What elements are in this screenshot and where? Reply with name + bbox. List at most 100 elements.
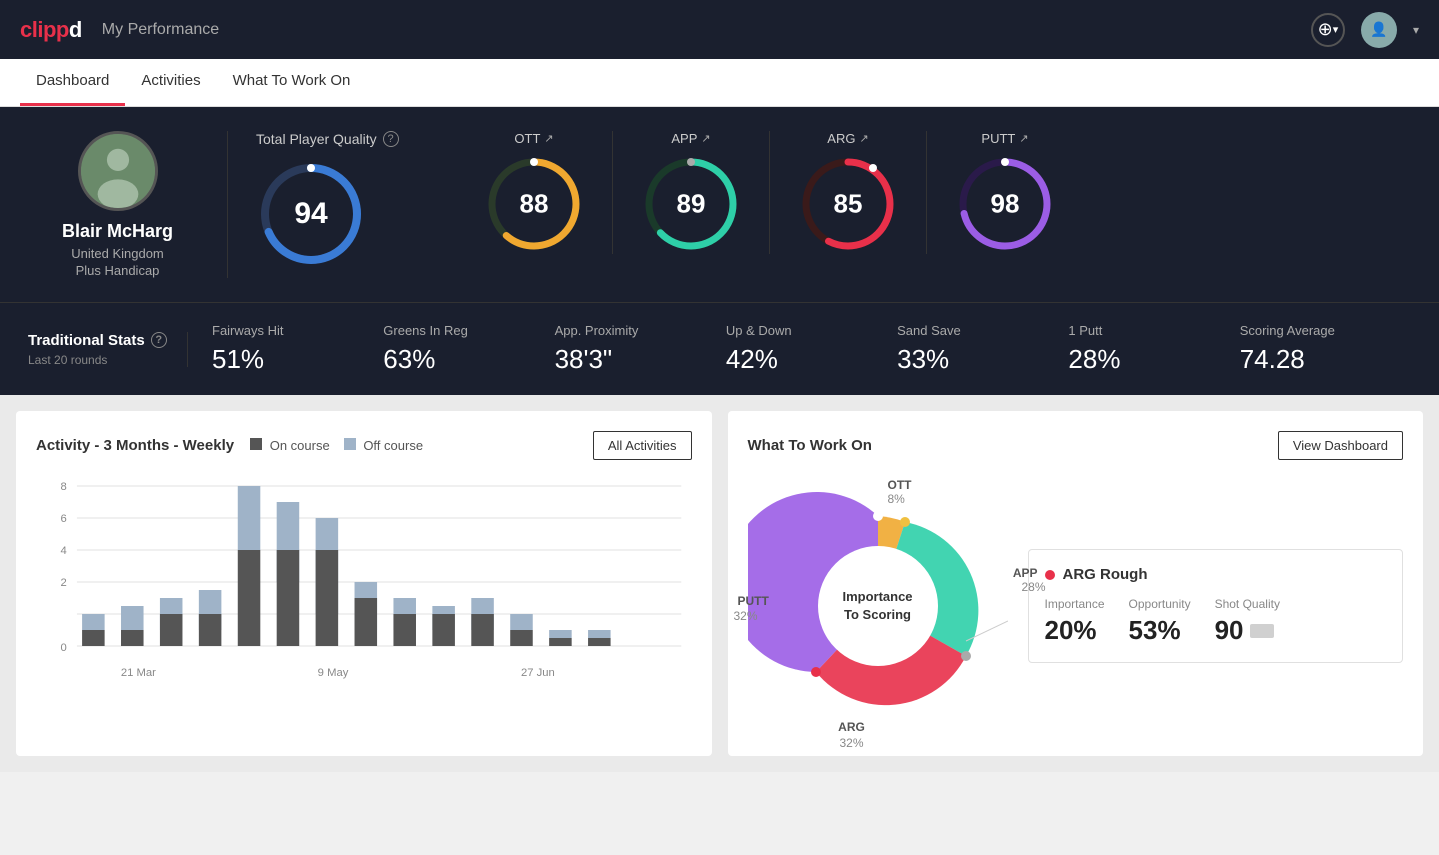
on-course-legend-dot [250,438,262,450]
player-avatar [78,131,158,211]
scores-area: Total Player Quality ? 94 [228,131,1411,269]
putt-donut-pct: 32% [734,609,758,623]
importance-metric: Importance 20% [1045,597,1105,646]
wtwo-content: ImportanceTo Scoring OTT 8% APP 28% ARG … [748,476,1404,736]
svg-text:0: 0 [60,642,66,654]
arg-value: 85 [834,189,863,220]
svg-text:2: 2 [60,577,66,589]
nav-tabs: Dashboard Activities What To Work On [0,59,1439,107]
chevron-down-icon-avatar: ▾ [1413,23,1419,37]
add-button[interactable]: ⊕ ▾ [1311,13,1345,47]
putt-trend-icon: ↗ [1019,132,1028,145]
ott-trend-icon: ↗ [544,132,553,145]
shot-quality-metric: Shot Quality 90 [1215,597,1280,646]
putt-label: PUTT ↗ [981,131,1028,146]
header: clippd My Performance ⊕ ▾ 👤 ▾ [0,0,1439,59]
header-right: ⊕ ▾ 👤 ▾ [1311,12,1419,48]
stats-values: Fairways Hit 51% Greens In Reg 63% App. … [188,323,1411,375]
stats-bar: Traditional Stats ? Last 20 rounds Fairw… [0,302,1439,395]
user-avatar-button[interactable]: 👤 [1361,12,1397,48]
stat-scoring: Scoring Average 74.28 [1240,323,1411,375]
wtwo-header: What To Work On View Dashboard [748,431,1404,460]
ott-circle: 88 [484,154,584,254]
ott-label: OTT ↗ [514,131,553,146]
header-title: My Performance [102,21,219,39]
activity-header: Activity - 3 Months - Weekly On course O… [36,431,692,460]
putt-circle: 98 [955,154,1055,254]
tpq-label: Total Player Quality ? [256,131,399,147]
stat-fairways: Fairways Hit 51% [212,323,383,375]
chevron-down-icon: ▾ [1333,23,1339,36]
app-circle: 89 [641,154,741,254]
stat-sandsave: Sand Save 33% [897,323,1068,375]
app-trend-icon: ↗ [701,132,710,145]
stats-sub-label: Last 20 rounds [28,353,167,367]
stat-greens: Greens In Reg 63% [383,323,554,375]
ott-donut-label: OTT [888,478,912,492]
arg-donut-label: ARG [838,720,865,734]
activity-title: Activity - 3 Months - Weekly On course O… [36,437,423,454]
app-label: APP ↗ [671,131,710,146]
stat-updown: Up & Down 42% [726,323,897,375]
arg-donut-pct: 32% [839,736,863,750]
stat-proximity: App. Proximity 38'3" [555,323,726,375]
detail-card: ARG Rough Importance 20% Opportunity 53%… [1028,549,1404,663]
bottom-panels: Activity - 3 Months - Weekly On course O… [0,395,1439,772]
logo: clippd [20,17,82,43]
detail-metrics: Importance 20% Opportunity 53% Shot Qual… [1045,597,1387,646]
app-donut-pct: 28% [1021,580,1045,594]
chart-legend: On course Off course [250,438,423,453]
score-item-arg: ARG ↗ 85 [770,131,927,254]
putt-donut-label: PUTT [738,594,769,608]
tpq-help-icon[interactable]: ? [383,131,399,147]
score-circles: OTT ↗ 88 APP [456,131,1411,254]
score-item-putt: PUTT ↗ 98 [927,131,1083,254]
view-dashboard-button[interactable]: View Dashboard [1278,431,1403,460]
svg-text:6: 6 [60,513,66,525]
svg-text:4: 4 [60,545,66,557]
wtwo-title: What To Work On [748,437,872,454]
tab-dashboard[interactable]: Dashboard [20,58,125,106]
player-name: Blair McHarg [62,221,173,242]
stats-label-section: Traditional Stats ? Last 20 rounds [28,332,188,367]
arg-label: ARG ↗ [827,131,868,146]
traditional-stats-label: Traditional Stats ? [28,332,167,349]
arg-trend-icon: ↗ [859,132,868,145]
shot-quality-bar [1250,624,1274,638]
tpq-section: Total Player Quality ? 94 [256,131,456,269]
svg-text:8: 8 [60,481,66,493]
tab-what-to-work-on[interactable]: What To Work On [217,58,367,106]
hero-top: Blair McHarg United Kingdom Plus Handica… [28,131,1411,278]
arg-circle: 85 [798,154,898,254]
all-activities-button[interactable]: All Activities [593,431,692,460]
donut-chart-container: ImportanceTo Scoring OTT 8% APP 28% ARG … [748,476,1008,736]
avatar-icon: 👤 [1370,21,1387,38]
svg-text:27 Jun: 27 Jun [521,667,555,679]
activity-chart-svg: 8 6 4 2 0 [36,476,692,696]
activity-chart-area: 8 6 4 2 0 [36,476,692,696]
stats-help-icon[interactable]: ? [151,332,167,348]
ott-value: 88 [520,189,549,220]
stat-oneputt: 1 Putt 28% [1068,323,1239,375]
activity-panel: Activity - 3 Months - Weekly On course O… [16,411,712,756]
red-dot-icon [1045,570,1055,580]
detail-card-title: ARG Rough [1045,566,1387,583]
player-country: United Kingdom [71,246,164,261]
header-left: clippd My Performance [20,17,219,43]
player-handicap: Plus Handicap [76,263,160,278]
tpq-value: 94 [294,197,327,231]
putt-value: 98 [991,189,1020,220]
score-item-ott: OTT ↗ 88 [456,131,613,254]
tpq-circle: 94 [256,159,366,269]
ott-donut-pct: 8% [888,492,905,506]
app-value: 89 [677,189,706,220]
hero-section: Blair McHarg United Kingdom Plus Handica… [0,107,1439,302]
donut-center-text: ImportanceTo Scoring [842,588,912,624]
svg-text:21 Mar: 21 Mar [121,667,156,679]
wtwo-panel: What To Work On View Dashboard [728,411,1424,756]
tab-activities[interactable]: Activities [125,58,216,106]
player-info: Blair McHarg United Kingdom Plus Handica… [28,131,228,278]
opportunity-metric: Opportunity 53% [1129,597,1191,646]
off-course-legend-dot [344,438,356,450]
score-item-app: APP ↗ 89 [613,131,770,254]
